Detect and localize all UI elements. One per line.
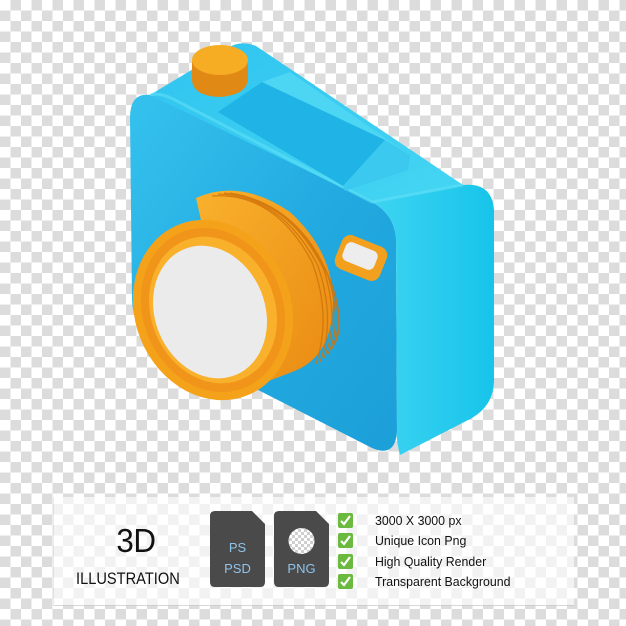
check-icon <box>338 533 353 549</box>
check-icon <box>338 553 353 569</box>
transparency-circle-icon <box>288 528 315 554</box>
feature-item: High Quality Render <box>338 551 518 572</box>
feature-item: 3000 X 3000 px <box>338 510 518 531</box>
title-illustration: ILLUSTRATION <box>76 569 180 588</box>
feature-text: High Quality Render <box>375 553 487 569</box>
check-icon <box>338 574 353 590</box>
psd-label-ps: PS <box>228 540 247 555</box>
camera-illustration <box>130 43 494 456</box>
shutter-button <box>192 45 248 97</box>
feature-item: Transparent Background <box>338 572 518 593</box>
title-3d: 3D <box>116 522 156 559</box>
feature-text: Unique Icon Png <box>375 533 467 549</box>
check-icon <box>338 512 353 528</box>
feature-list: 3000 X 3000 px Unique Icon Png High Qual… <box>338 510 518 592</box>
psd-label-psd: PSD <box>224 561 251 576</box>
feature-item: Unique Icon Png <box>338 531 518 552</box>
png-file-icon: PNG <box>274 511 329 587</box>
psd-file-icon: PS PSD <box>210 511 265 587</box>
feature-text: Transparent Background <box>375 574 511 590</box>
feature-text: 3000 X 3000 px <box>375 512 462 528</box>
png-label: PNG <box>287 561 316 576</box>
